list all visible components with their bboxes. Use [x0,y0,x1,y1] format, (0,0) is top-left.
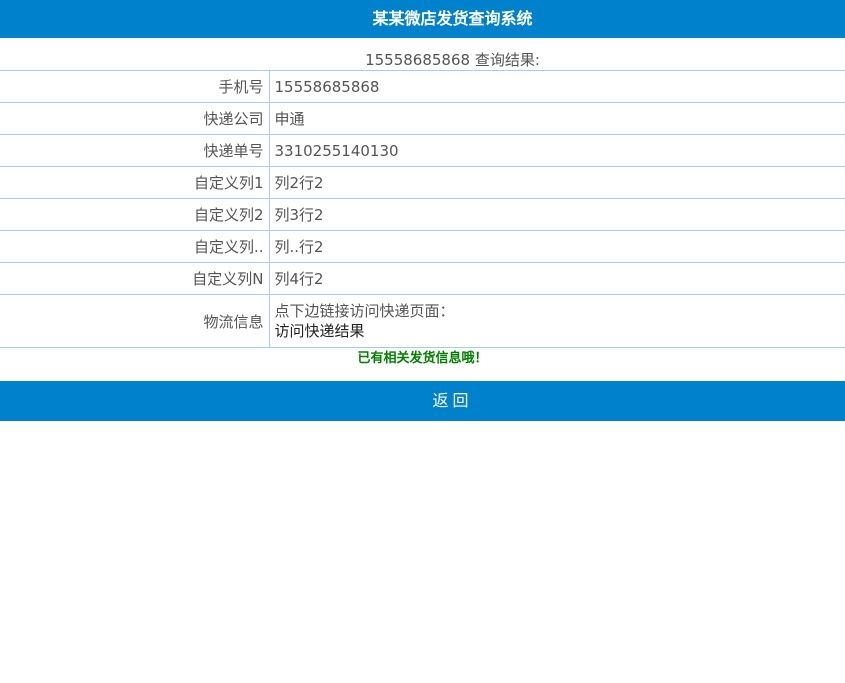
query-summary: 15558685868 查询结果: [0,38,845,71]
row-label-logistics: 物流信息 [0,294,270,348]
results-table: 手机号 15558685868 快递公司 申通 快递单号 33102551401… [0,71,845,348]
row-value-logistics: 点下边链接访问快递页面： 访问快递结果 [269,294,845,348]
row-value-courier: 申通 [269,102,845,135]
table-row: 自定义列2 列3行2 [0,198,845,231]
status-notice: 已有相关发货信息哦！ [357,351,488,366]
row-value-custom-1: 列2行2 [269,166,845,199]
row-label-custom-1: 自定义列1 [0,166,270,199]
row-value-custom-n: 列4行2 [269,262,845,295]
logistics-instruction: 点下边链接访问快递页面： [274,302,455,320]
back-button[interactable]: 返回 [0,381,845,421]
row-value-custom-2: 列3行2 [269,198,845,231]
row-value-custom-more: 列..行2 [269,230,845,263]
row-label-tracking-number: 快递单号 [0,134,270,167]
row-label-custom-2: 自定义列2 [0,198,270,231]
table-row: 手机号 15558685868 [0,71,845,103]
table-row: 自定义列.. 列..行2 [0,230,845,263]
table-row-logistics: 物流信息 点下边链接访问快递页面： 访问快递结果 [0,294,845,348]
row-value-phone: 15558685868 [269,71,845,103]
row-value-tracking-number: 3310255140130 [269,134,845,167]
table-row: 快递公司 申通 [0,102,845,135]
table-row: 自定义列N 列4行2 [0,262,845,295]
table-row: 自定义列1 列2行2 [0,166,845,199]
row-label-custom-more: 自定义列.. [0,230,270,263]
row-label-custom-n: 自定义列N [0,262,270,295]
page-title: 某某微店发货查询系统 [60,0,845,38]
table-row: 快递单号 3310255140130 [0,134,845,167]
tracking-result-link[interactable]: 访问快递结果 [275,321,845,341]
summary-suffix: 查询结果: [474,51,540,69]
summary-phone: 15558685868 [365,51,471,69]
header-bar: 某某微店发货查询系统 [0,0,845,38]
row-label-courier: 快递公司 [0,102,270,135]
row-label-phone: 手机号 [0,71,270,103]
